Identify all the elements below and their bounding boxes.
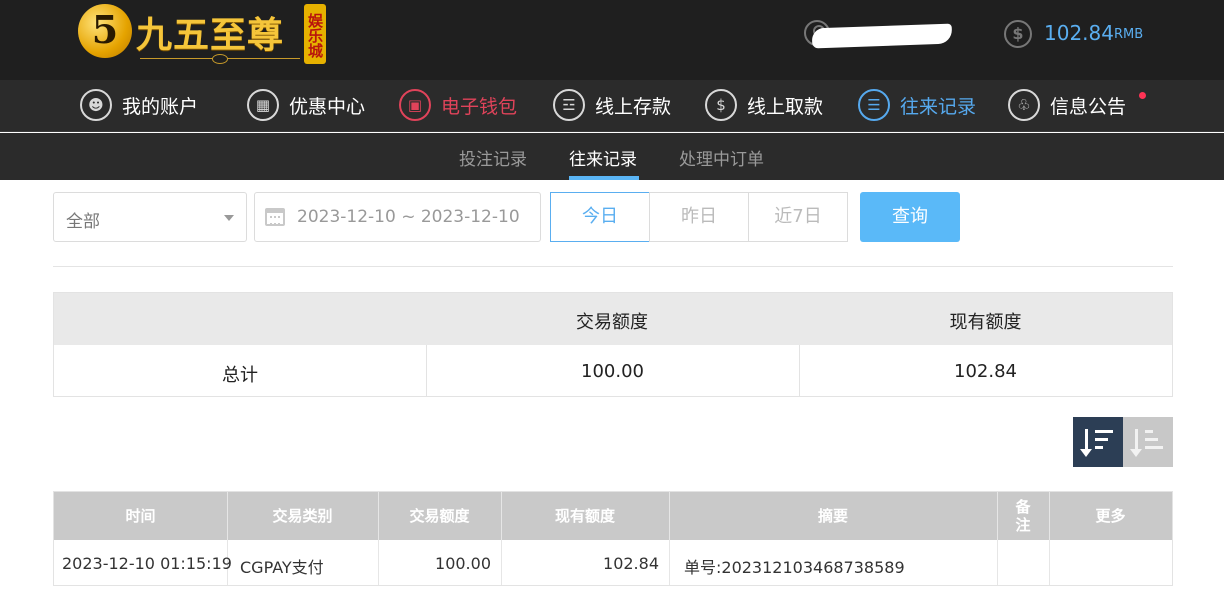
deposit-icon: ☲ (553, 89, 585, 121)
user-account[interactable] (804, 18, 954, 50)
main-nav: ☻ 我的账户 ▦ 优惠中心 ▣ 电子钱包 ☲ 线上存款 $ 线上取款 ☰ 往来记… (0, 80, 1224, 132)
column-header-summary: 摘要 (817, 507, 848, 525)
sort-asc-bar (1145, 430, 1153, 433)
balance-amount: 102.84 (1044, 21, 1114, 45)
sort-desc-icon (1080, 429, 1092, 457)
range-yesterday-button[interactable]: 昨日 (649, 192, 749, 242)
summary-header-balance: 现有额度 (949, 312, 1022, 333)
wallet-icon: ▣ (399, 89, 431, 121)
user-circle-icon: ☻ (80, 89, 112, 121)
sort-ascending-button[interactable] (1123, 417, 1173, 467)
dollar-coin-icon: $ (1004, 20, 1032, 48)
tab-pending-orders[interactable]: 处理中订单 (679, 145, 764, 170)
brand-logo[interactable]: 5 九五至尊 娱乐城 (78, 2, 328, 68)
notification-dot (1139, 92, 1146, 99)
sort-asc-icon (1130, 429, 1142, 457)
date-range-value: 2023-12-10 ~ 2023-12-10 (297, 207, 520, 227)
balance-unit: RMB (1114, 27, 1144, 42)
transaction-type-select[interactable]: 全部 (53, 192, 247, 242)
chevron-down-icon (224, 215, 234, 221)
summary-row-label: 总计 (222, 365, 258, 386)
nav-label: 电子钱包 (441, 96, 518, 118)
cell-type: CGPAY支付 (240, 558, 324, 577)
redaction-scribble (811, 23, 953, 49)
query-button[interactable]: 查询 (860, 192, 960, 242)
withdraw-icon: $ (705, 89, 737, 121)
sort-descending-button[interactable] (1073, 417, 1123, 467)
sort-asc-bar (1145, 446, 1163, 449)
sort-desc-bar (1095, 438, 1108, 441)
date-range-input[interactable]: 2023-12-10 ~ 2023-12-10 (254, 192, 541, 242)
tab-bet-records[interactable]: 投注记录 (459, 145, 527, 170)
active-tab-underline (569, 176, 639, 180)
tab-transaction-records[interactable]: 往来记录 (569, 145, 637, 170)
logo-ornament (140, 54, 300, 64)
nav-label: 往来记录 (900, 96, 977, 118)
column-header-remark: 备注 (1015, 498, 1031, 534)
column-header-more: 更多 (1095, 507, 1126, 525)
nav-label: 线上取款 (747, 96, 824, 118)
cell-amount: 100.00 (435, 554, 491, 573)
summary-transaction-amount: 100.00 (581, 361, 644, 382)
column-divider (669, 492, 670, 585)
summary-header-amount: 交易额度 (576, 312, 648, 333)
range-7days-button[interactable]: 近7日 (748, 192, 848, 242)
sub-nav: 投注记录 往来记录 处理中订单 (0, 133, 1224, 180)
column-header-time: 时间 (125, 507, 156, 525)
gift-icon: ▦ (247, 89, 279, 121)
logo-badge: 娱乐城 (304, 4, 326, 64)
sort-asc-bar (1145, 438, 1158, 441)
calendar-icon (265, 208, 285, 226)
nav-label: 线上存款 (595, 96, 672, 118)
cell-summary: 单号:202312103468738589 (684, 558, 905, 577)
logo-name: 九五至尊 (136, 14, 285, 56)
logo-mark: 5 (78, 4, 132, 58)
column-divider (1049, 492, 1050, 585)
column-header-type: 交易类别 (272, 507, 333, 525)
records-icon: ☰ (858, 89, 890, 121)
column-header-balance: 现有额度 (554, 507, 615, 525)
sort-desc-bar (1095, 430, 1113, 433)
cell-balance: 102.84 (603, 554, 659, 573)
bell-icon: ♧ (1008, 89, 1040, 121)
top-header: 5 九五至尊 娱乐城 $ 102.84 RMB (0, 0, 1224, 80)
cell-time: 2023-12-10 01:15:19 (62, 554, 232, 573)
summary-table: 交易额度 现有额度 总计 100.00 102.84 (53, 292, 1173, 397)
select-value: 全部 (66, 212, 100, 232)
divider (53, 266, 1173, 267)
nav-label: 优惠中心 (289, 96, 366, 118)
column-divider (997, 492, 998, 585)
sort-desc-bar (1095, 446, 1103, 449)
range-today-button[interactable]: 今日 (550, 192, 650, 242)
records-table: 时间 交易类别 交易额度 现有额度 摘要 备注 更多 2023-12-10 01… (53, 491, 1173, 586)
nav-label: 我的账户 (122, 96, 199, 118)
nav-label: 信息公告 (1050, 96, 1127, 118)
column-header-amount: 交易额度 (409, 507, 470, 525)
summary-current-balance: 102.84 (954, 361, 1017, 382)
